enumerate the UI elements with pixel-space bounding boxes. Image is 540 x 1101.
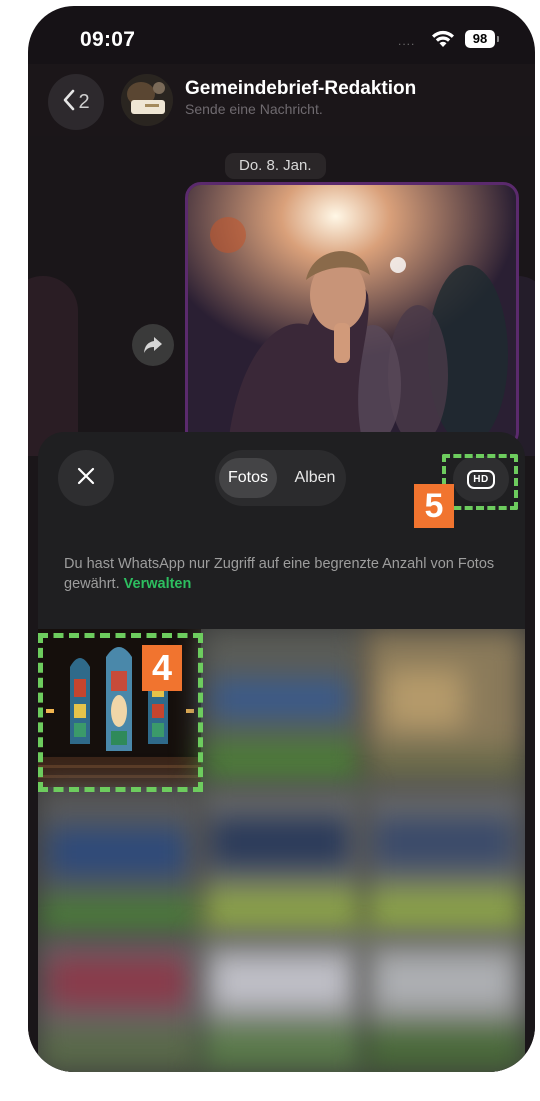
chat-title[interactable]: Gemeindebrief-Redaktion [185,78,416,100]
limited-access-notice: Du hast WhatsApp nur Zugriff auf eine be… [64,554,504,594]
tab-photos[interactable]: Fotos [219,458,277,498]
close-icon [76,466,96,491]
chat-subtitle: Sende eine Nachricht. [185,101,323,117]
unread-count: 2 [78,90,90,113]
share-forward-icon[interactable] [132,324,174,366]
phone-screen: 09:07 .... 98 2 Gemeindebrief-Redaktion … [28,6,535,1072]
wifi-icon [430,29,456,54]
photo-tile-blurred-3[interactable] [38,787,201,937]
photo-tile-blurred-2[interactable] [364,629,525,787]
photo-tile-blurred-8[interactable] [364,937,525,1072]
photo-tile-blurred-6[interactable] [38,937,201,1072]
photo-tile-blurred-1[interactable] [201,629,364,787]
photo-picker-sheet: Fotos Alben HD 5 Du hast WhatsApp nur Zu… [38,432,525,629]
battery-cap [497,36,499,42]
chevron-left-icon [62,89,76,116]
photo-tile-blurred-5[interactable] [364,787,525,937]
photo-tile-blurred-4[interactable] [201,787,364,937]
photo-message[interactable] [185,182,519,448]
chat-header: 2 Gemeindebrief-Redaktion Sende eine Nac… [28,64,535,136]
manage-link[interactable]: Verwalten [124,576,192,592]
group-avatar[interactable] [121,74,173,126]
back-button[interactable]: 2 [48,74,104,130]
status-bar: 09:07 .... 98 [28,6,535,64]
close-button[interactable] [58,450,114,506]
signal-indicator: .... [398,34,416,48]
date-separator: Do. 8. Jan. [225,153,326,179]
status-time: 09:07 [80,28,136,51]
step-badge-photo: 4 [142,645,182,691]
battery-icon: 98 [465,30,495,48]
step-badge-hd: 5 [414,484,454,528]
photos-albums-toggle: Fotos Alben [215,450,346,506]
photo-tile-blurred-7[interactable] [201,937,364,1072]
tab-albums[interactable]: Alben [285,458,345,498]
